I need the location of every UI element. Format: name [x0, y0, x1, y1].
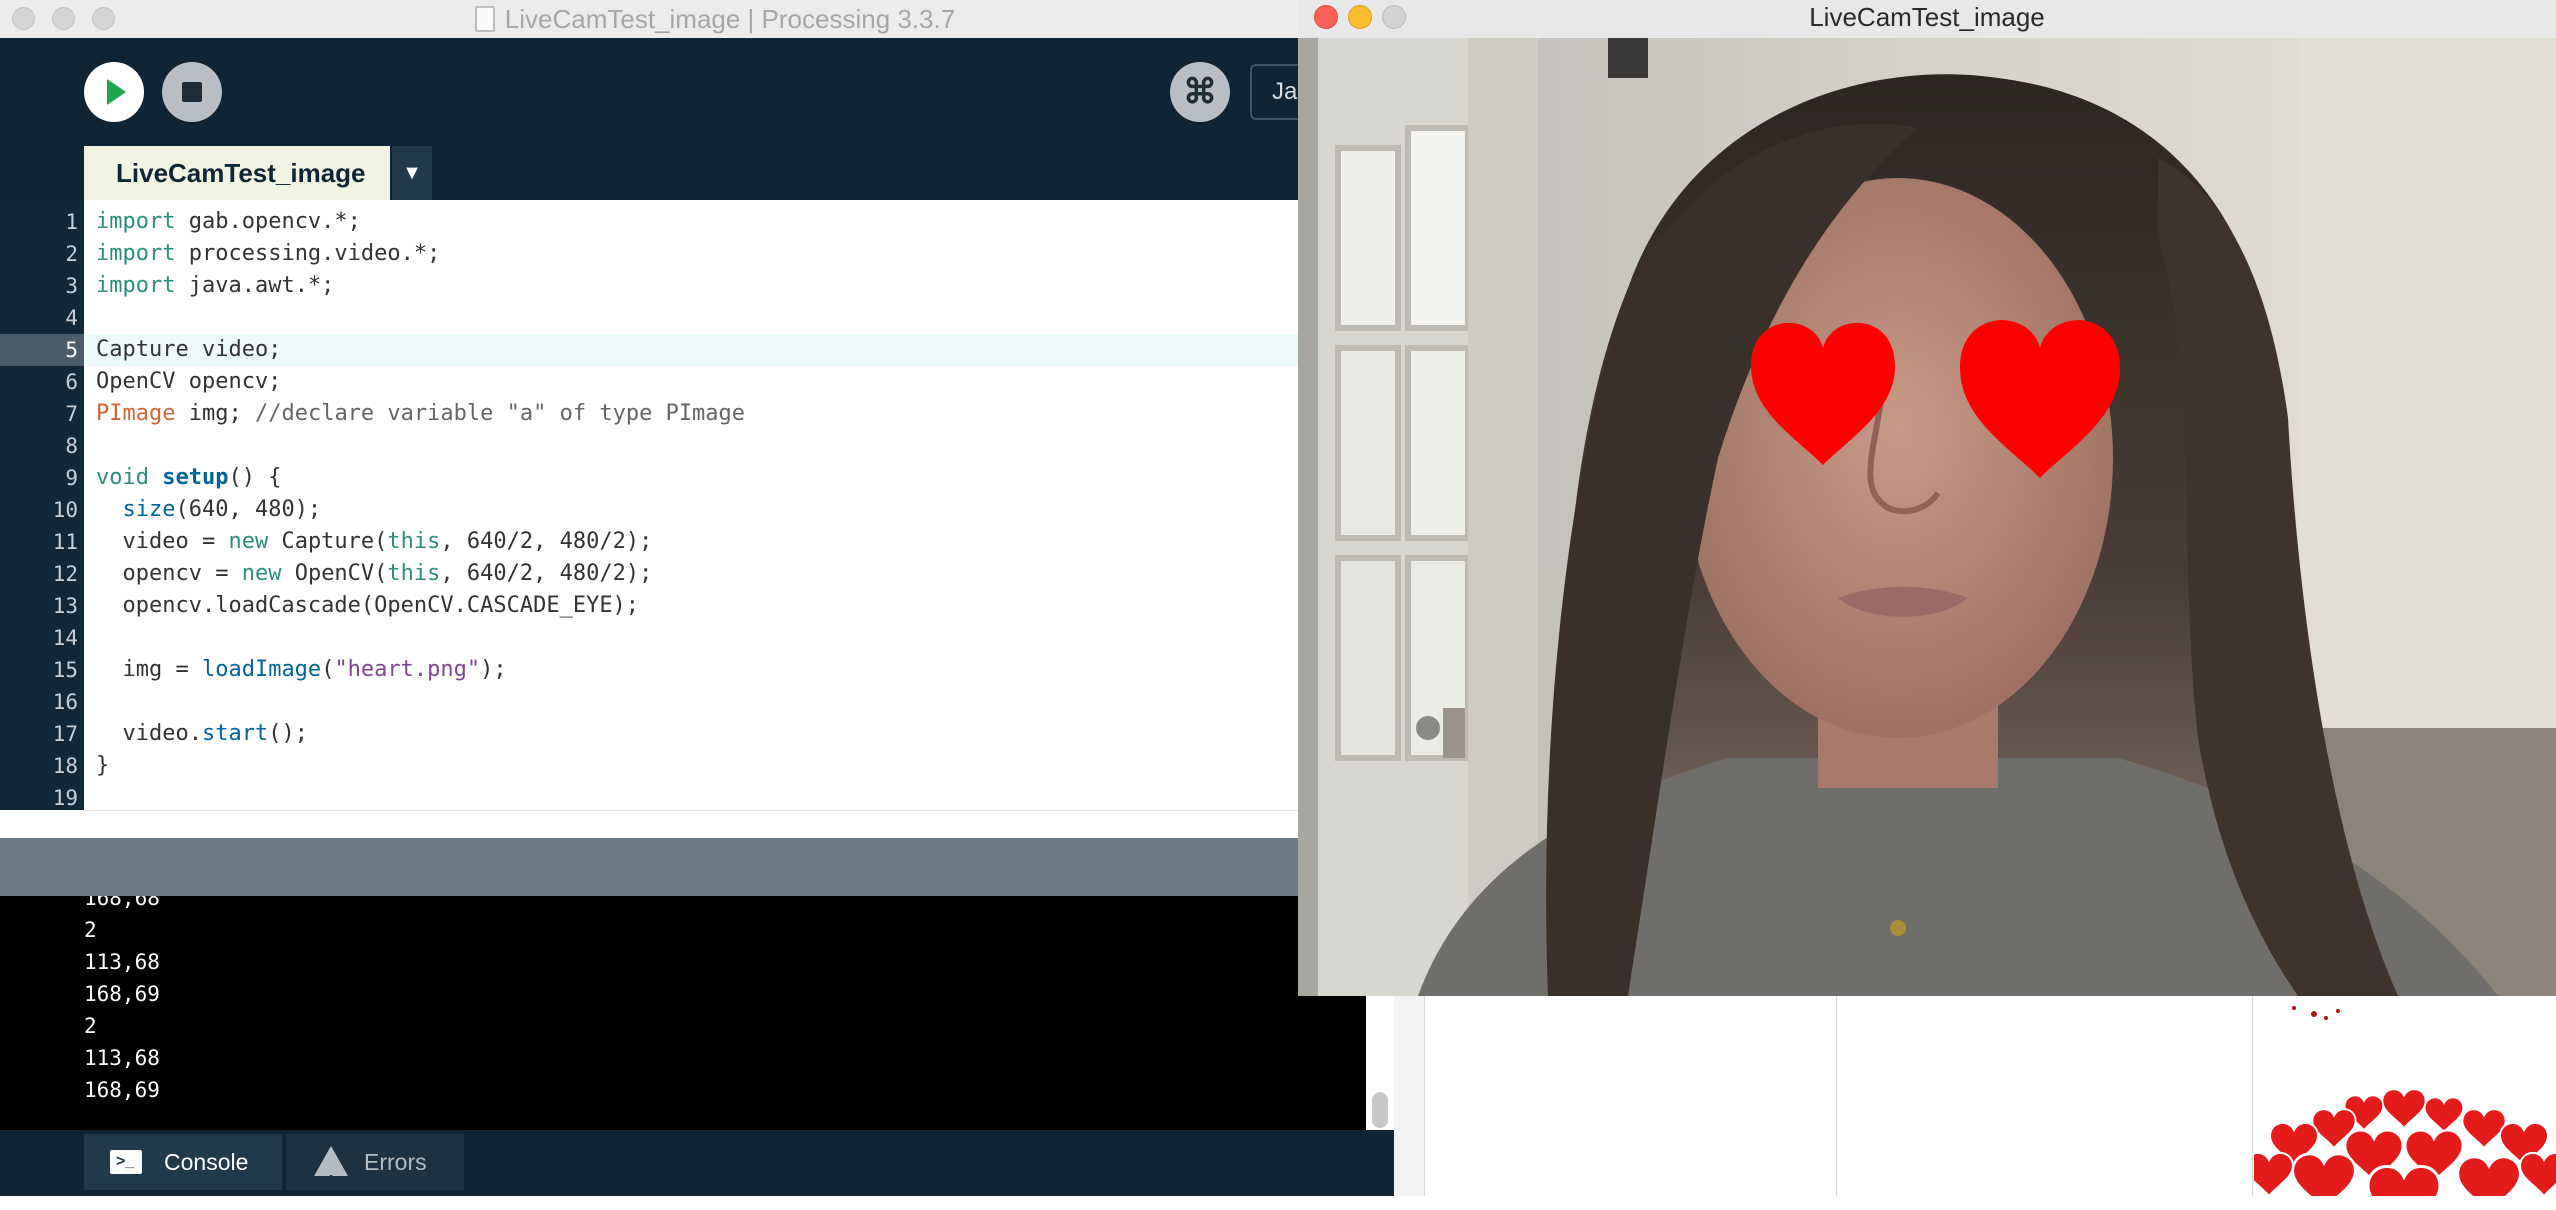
line-number: 4: [65, 306, 78, 330]
console-lines: 168,68 2 113,68 168,69 2 113,68 168,69: [84, 896, 160, 1106]
line-number: 1: [65, 210, 78, 234]
code-line[interactable]: video.start();: [96, 718, 745, 750]
console-line: 168,69: [84, 982, 160, 1006]
line-number: 14: [52, 626, 78, 650]
line-number: 8: [65, 434, 78, 458]
sketch-titlebar: LiveCamTest_image: [1298, 0, 2556, 39]
code-line[interactable]: PImage img; //declare variable "a" of ty…: [96, 398, 745, 430]
code-line[interactable]: opencv.loadCascade(OpenCV.CASCADE_EYE);: [96, 590, 745, 622]
tab-errors[interactable]: ! Errors: [286, 1134, 464, 1192]
terminal-icon: >_: [110, 1150, 142, 1174]
console-scrollbar-thumb[interactable]: [1372, 1092, 1388, 1128]
line-numbers: 1 2 3 4 5 6 7 8 9 10 11 12 13 14 15 16 17 18 19: [0, 206, 78, 814]
warning-icon: !: [314, 1146, 348, 1192]
status-message-bar: [0, 838, 1298, 896]
ide-window-title-wrap: LiveCamTest_image | Processing 3.3.7: [0, 0, 1430, 38]
line-number: 5: [65, 338, 78, 362]
ide-window-title: LiveCamTest_image | Processing 3.3.7: [504, 4, 956, 34]
tab-console[interactable]: >_ Console: [84, 1134, 282, 1190]
background-sidebar: [1394, 996, 1425, 1196]
line-number: 17: [52, 722, 78, 746]
console-line: 168,69: [84, 1078, 160, 1102]
line-number: 2: [65, 242, 78, 266]
line-number: 12: [52, 562, 78, 586]
console-line: 2: [84, 1014, 97, 1038]
line-number: 6: [65, 370, 78, 394]
code-line[interactable]: [96, 622, 745, 654]
code-line[interactable]: video = new Capture(this, 640/2, 480/2);: [96, 526, 745, 558]
tab-console-label: Console: [164, 1149, 249, 1175]
line-number: 3: [65, 274, 78, 298]
code-line[interactable]: [96, 430, 745, 462]
run-button[interactable]: [84, 62, 144, 122]
code-line[interactable]: size(640, 480);: [96, 494, 745, 526]
console-line: 168,68: [84, 896, 160, 910]
code-line[interactable]: [96, 302, 745, 334]
debugger-icon: ⌘: [1183, 73, 1217, 111]
console-line: 113,68: [84, 950, 160, 974]
webcam-frame-illustration: [1298, 38, 2556, 996]
code-line[interactable]: import java.awt.*;: [96, 270, 745, 302]
sketch-window-title: LiveCamTest_image: [1809, 2, 2045, 32]
console-line: 113,68: [84, 1046, 160, 1070]
line-number: 10: [52, 498, 78, 522]
document-icon: [474, 6, 495, 33]
line-number: 11: [52, 530, 78, 554]
console-output: 168,68 2 113,68 168,69 2 113,68 168,69: [0, 896, 1366, 1130]
editor-horizontal-scrollbar[interactable]: [84, 810, 1298, 839]
code-line[interactable]: img = loadImage("heart.png");: [96, 654, 745, 686]
sketch-window: LiveCamTest_image: [1298, 0, 2556, 996]
code-lines[interactable]: import gab.opencv.*; import processing.vi…: [96, 206, 745, 814]
code-line[interactable]: void setup() {: [96, 462, 745, 494]
line-number: 19: [52, 786, 78, 810]
line-number: 7: [65, 402, 78, 426]
processing-ide-window: LiveCamTest_image | Processing 3.3.7 ⌘ J…: [0, 0, 1394, 1196]
code-line[interactable]: Capture video;: [96, 334, 745, 366]
line-number: 18: [52, 754, 78, 778]
code-line[interactable]: [96, 686, 745, 718]
console-line: 2: [84, 918, 97, 942]
ide-titlebar: LiveCamTest_image | Processing 3.3.7: [0, 0, 1298, 39]
chevron-down-icon: ▼: [402, 162, 422, 184]
hearts-thumbnail-image: [2254, 996, 2556, 1196]
play-icon: [107, 79, 126, 105]
code-line[interactable]: import processing.video.*;: [96, 238, 745, 270]
code-line[interactable]: opencv = new OpenCV(this, 640/2, 480/2);: [96, 558, 745, 590]
background-divider: [2252, 996, 2253, 1196]
line-number: 13: [52, 594, 78, 618]
tab-menu-button[interactable]: ▼: [392, 146, 432, 200]
background-divider: [1836, 996, 1837, 1196]
line-number: 16: [52, 690, 78, 714]
tab-livecamtest-image[interactable]: LiveCamTest_image: [84, 146, 390, 200]
line-number: 9: [65, 466, 78, 490]
stop-button[interactable]: [162, 62, 222, 122]
line-number: 15: [52, 658, 78, 682]
code-line[interactable]: import gab.opencv.*;: [96, 206, 745, 238]
sketch-canvas[interactable]: [1298, 38, 2556, 996]
stop-icon: [182, 82, 202, 102]
code-line[interactable]: OpenCV opencv;: [96, 366, 745, 398]
debug-button[interactable]: ⌘: [1170, 62, 1230, 122]
code-line[interactable]: }: [96, 750, 745, 782]
tab-errors-label: Errors: [364, 1149, 427, 1175]
